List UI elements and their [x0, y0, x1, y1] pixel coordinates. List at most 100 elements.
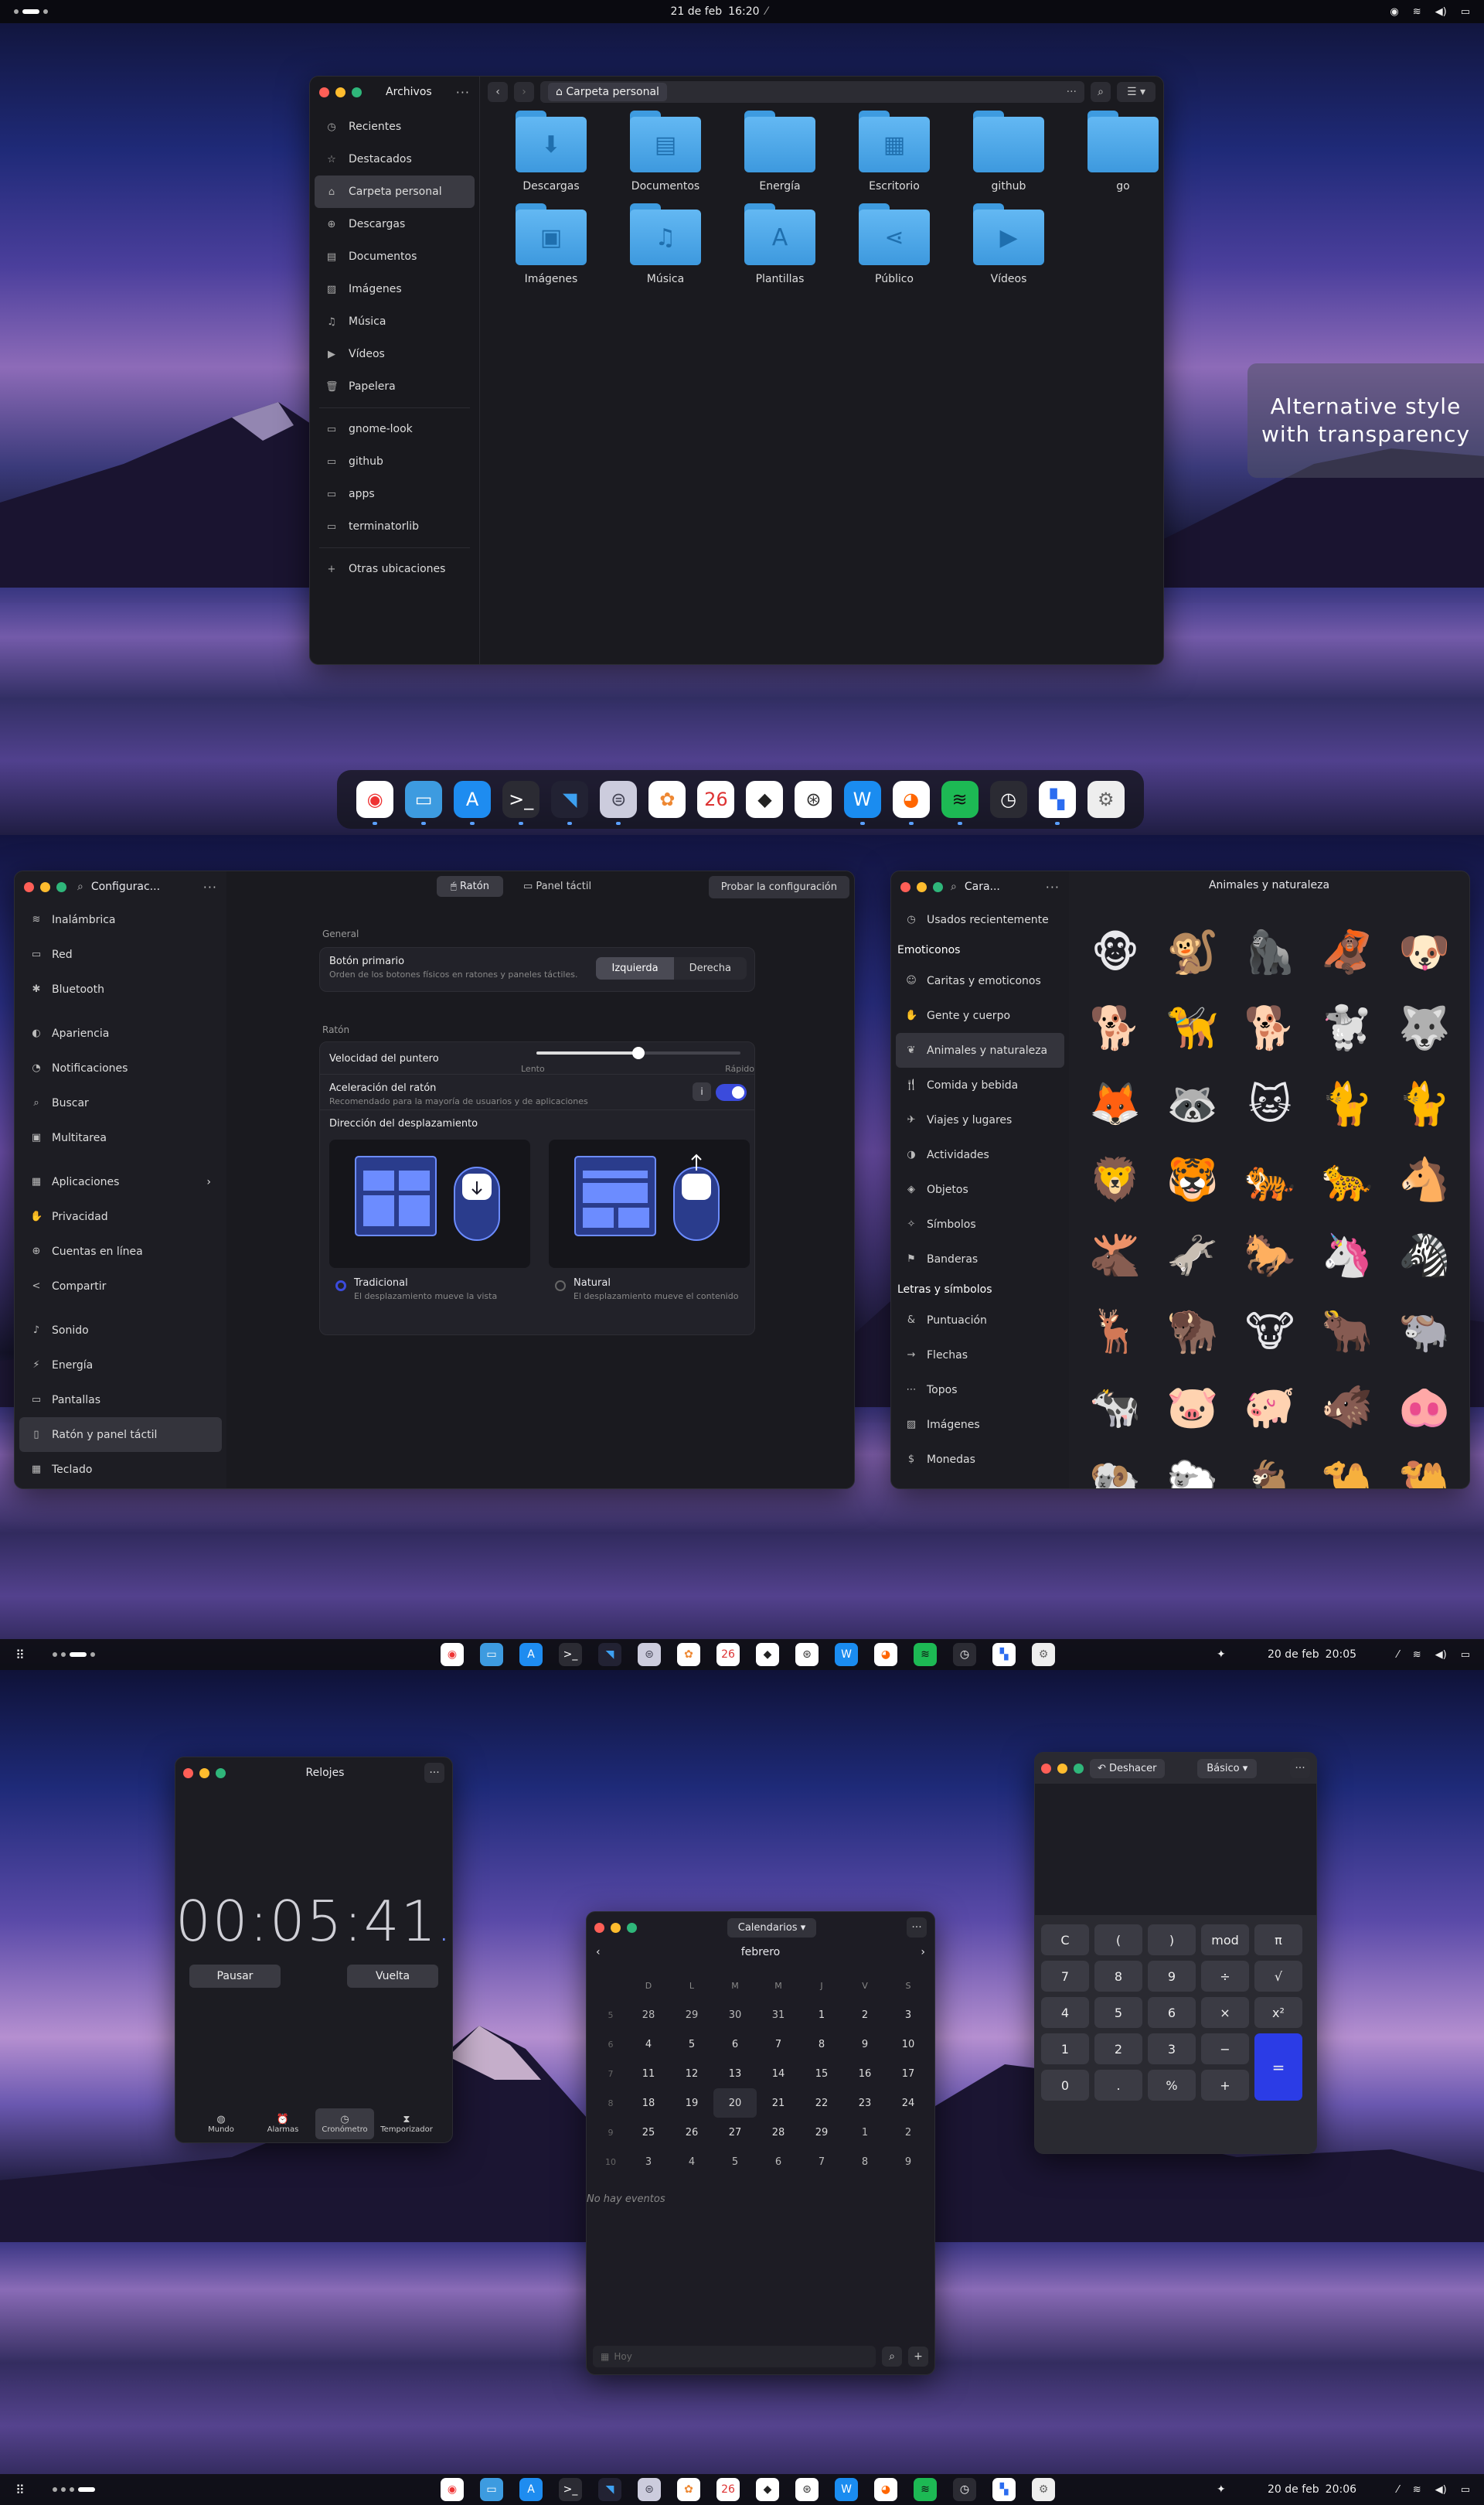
emoji-glyph[interactable]: 🐃: [1386, 1293, 1463, 1369]
day-cell[interactable]: 25: [627, 2118, 670, 2147]
clock-icon[interactable]: ◷: [953, 1643, 976, 1666]
spotify-icon[interactable]: ≋: [914, 1643, 937, 1666]
extensions-icon[interactable]: ▚: [992, 1643, 1016, 1666]
emoji-category-item[interactable]: → Flechas: [896, 1338, 1064, 1372]
photos-icon[interactable]: ✿: [677, 2478, 700, 2501]
clock-tab-2[interactable]: ◷ Cronómetro: [315, 2108, 374, 2139]
calc-key[interactable]: ×: [1201, 1997, 1249, 2028]
settings-toggle-icon[interactable]: ⊜: [600, 781, 638, 825]
day-cell[interactable]: 4: [670, 2147, 713, 2176]
day-cell[interactable]: 9: [843, 2030, 887, 2059]
minimize-button[interactable]: [917, 881, 927, 892]
emoji-category-item[interactable]: ◈ Objetos: [896, 1172, 1064, 1207]
tab-touchpad[interactable]: ▭ Panel táctil: [509, 876, 605, 897]
slider-handle[interactable]: [632, 1047, 645, 1059]
day-cell[interactable]: 5: [713, 2147, 757, 2176]
steering-icon[interactable]: ⊛: [795, 2478, 819, 2501]
add-event-button[interactable]: +: [908, 2347, 928, 2367]
settings-nav-item-10[interactable]: < Compartir: [19, 1269, 222, 1304]
folder-item[interactable]: ♫ Música: [608, 203, 723, 285]
prev-month-icon[interactable]: ‹: [596, 1946, 601, 1958]
inkscape-icon[interactable]: ◆: [756, 1643, 779, 1666]
sidebar-item-3[interactable]: ⊕ Descargas: [315, 208, 475, 240]
appstore-icon[interactable]: A: [454, 781, 492, 825]
writer-icon[interactable]: W: [835, 1643, 858, 1666]
day-cell[interactable]: 16: [843, 2059, 887, 2088]
calendar-icon[interactable]: 26: [697, 781, 735, 818]
sidebar-item-8[interactable]: 🗑 Papelera: [315, 370, 475, 403]
close-button[interactable]: [900, 881, 910, 892]
more-button[interactable]: ···: [424, 1763, 444, 1783]
lap-button[interactable]: Vuelta: [347, 1965, 438, 1988]
day-cell[interactable]: 6: [757, 2147, 800, 2176]
sidebar-item-1[interactable]: ☆ Destacados: [315, 143, 475, 176]
emoji-glyph[interactable]: 🐮: [1231, 1293, 1309, 1369]
day-cell[interactable]: 9: [887, 2147, 930, 2176]
day-cell[interactable]: 28: [627, 2000, 670, 2030]
emoji-glyph[interactable]: 🐑: [1154, 1445, 1231, 1488]
back-button[interactable]: ‹: [488, 82, 508, 102]
maximize-button[interactable]: [1074, 1763, 1084, 1774]
calc-key[interactable]: ÷: [1201, 1961, 1249, 1992]
emoji-glyph[interactable]: 🐂: [1309, 1293, 1386, 1369]
calc-key[interactable]: .: [1094, 2070, 1142, 2101]
app-grid-icon[interactable]: ⠿: [15, 2483, 25, 2497]
folder-item[interactable]: ▶ Vídeos: [951, 203, 1066, 285]
day-cell[interactable]: 13: [713, 2059, 757, 2088]
writer-icon[interactable]: W: [835, 2478, 858, 2501]
emoji-glyph[interactable]: 🦮: [1154, 990, 1231, 1066]
day-cell[interactable]: 10: [887, 2030, 930, 2059]
day-cell[interactable]: 1: [843, 2118, 887, 2147]
clock-icon[interactable]: ◷: [989, 781, 1027, 818]
settings-nav-item-11[interactable]: ♪ Sonido: [19, 1313, 222, 1348]
emoji-glyph[interactable]: 🦌: [1077, 1293, 1154, 1369]
day-cell[interactable]: 2: [843, 2000, 887, 2030]
panel-clock[interactable]: 20 de feb 20:05: [1268, 1648, 1356, 1661]
emoji-glyph[interactable]: 🫎: [1077, 1218, 1154, 1293]
accessibility-icon[interactable]: ✦: [1217, 1648, 1226, 1661]
day-cell[interactable]: 22: [800, 2088, 843, 2118]
calc-key[interactable]: ): [1148, 1924, 1196, 1955]
vscode-icon[interactable]: ◥: [598, 2478, 621, 2501]
folder-item[interactable]: ▣ Imágenes: [494, 203, 608, 285]
day-cell[interactable]: 8: [800, 2030, 843, 2059]
photos-icon[interactable]: ✿: [677, 1643, 700, 1666]
folder-item[interactable]: github: [951, 111, 1066, 193]
close-button[interactable]: [319, 87, 329, 97]
emoji-glyph[interactable]: 🦓: [1386, 1218, 1463, 1293]
view-options-button[interactable]: ☰ ▾: [1117, 82, 1156, 102]
accessibility-icon[interactable]: ✦: [1217, 2483, 1226, 2496]
calendars-button[interactable]: Calendarios ▾: [727, 1917, 817, 1938]
settings-nav-item-7[interactable]: ▦ Aplicaciones ›: [19, 1164, 222, 1199]
steering-icon[interactable]: ⊛: [795, 1643, 819, 1666]
workspace-indicator[interactable]: [53, 2487, 95, 2492]
maximize-button[interactable]: [56, 881, 66, 892]
calc-key[interactable]: 4: [1041, 1997, 1089, 2028]
minimize-button[interactable]: [611, 1922, 621, 1933]
settings-nav-item-4[interactable]: ◔ Notificaciones: [19, 1051, 222, 1086]
path-menu-icon[interactable]: ···: [1067, 86, 1077, 98]
clock-tab-0[interactable]: ◍ Mundo: [192, 2108, 250, 2139]
emoji-glyph[interactable]: 🐖: [1231, 1369, 1309, 1445]
day-cell[interactable]: 26: [670, 2118, 713, 2147]
writer-icon[interactable]: W: [843, 781, 881, 825]
day-cell[interactable]: 19: [670, 2088, 713, 2118]
close-button[interactable]: [1041, 1763, 1051, 1774]
day-cell[interactable]: 28: [757, 2118, 800, 2147]
mode-button[interactable]: Básico ▾: [1197, 1758, 1258, 1778]
emoji-glyph[interactable]: 🐴: [1386, 1142, 1463, 1218]
settings-toggle-icon[interactable]: ⊜: [638, 2478, 661, 2501]
calendar-icon[interactable]: 26: [716, 1643, 740, 1666]
workspace-indicator[interactable]: [53, 1652, 95, 1657]
maximize-button[interactable]: [352, 87, 362, 97]
workspace-indicator[interactable]: [14, 9, 48, 14]
emoji-glyph[interactable]: 🐫: [1386, 1445, 1463, 1488]
folder-item[interactable]: ⬇ Descargas: [494, 111, 608, 193]
maximize-button[interactable]: [627, 1922, 637, 1933]
calc-key[interactable]: 9: [1148, 1961, 1196, 1992]
vscode-icon[interactable]: ◥: [551, 781, 589, 825]
pointer-speed-slider[interactable]: [536, 1047, 740, 1059]
emoji-glyph[interactable]: 🐽: [1386, 1369, 1463, 1445]
settings-nav-item-12[interactable]: ⚡ Energía: [19, 1348, 222, 1382]
firefox-icon[interactable]: ◕: [874, 2478, 897, 2501]
